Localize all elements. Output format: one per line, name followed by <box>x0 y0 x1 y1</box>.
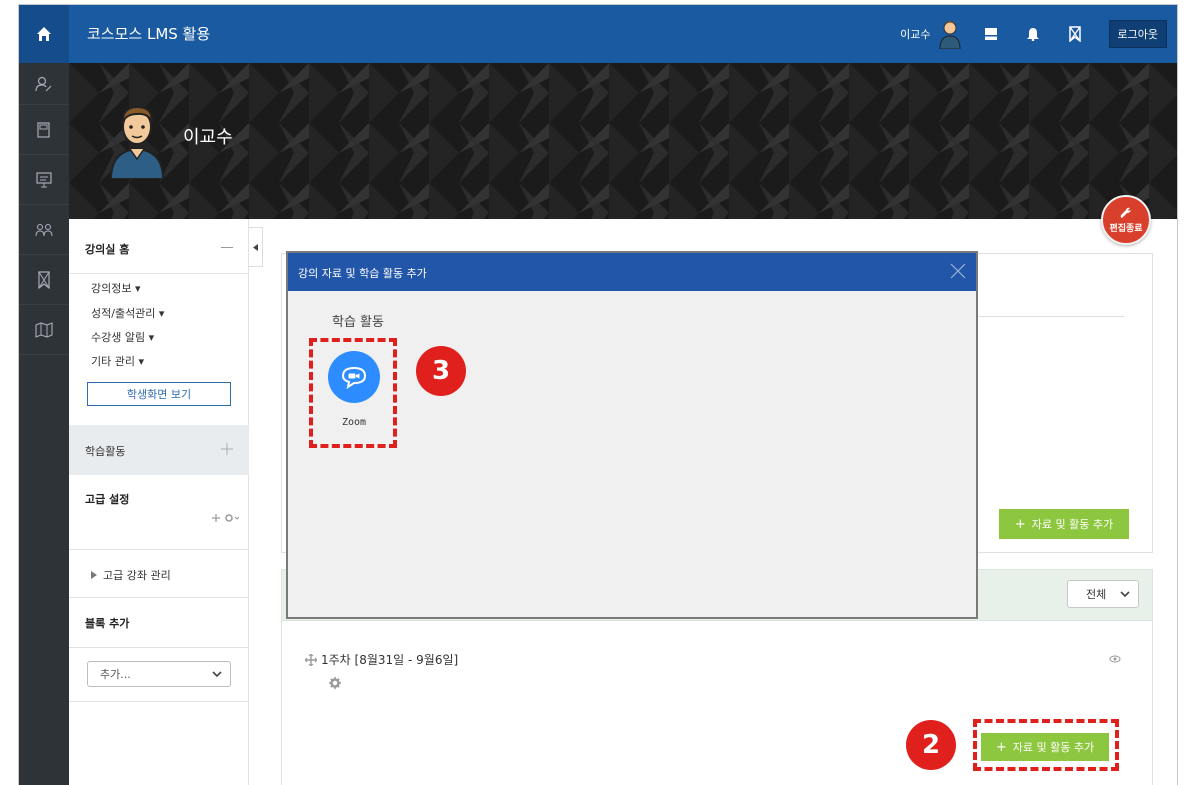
student-view-button[interactable]: 학생화면 보기 <box>87 382 231 406</box>
divider <box>69 549 249 550</box>
divider <box>69 701 249 702</box>
edit-off-button[interactable]: 편집종료 <box>1101 195 1151 245</box>
modal-section-label: 학습 활동 <box>332 315 384 330</box>
chevron-down-icon <box>212 671 222 678</box>
bookmark-outline-icon <box>38 270 50 289</box>
advanced-manage-label: 고급 강좌 관리 <box>103 569 171 582</box>
board-icon <box>36 171 52 187</box>
filter-value: 전체 <box>1086 588 1107 601</box>
close-icon[interactable] <box>948 261 968 281</box>
rail-item-courses[interactable] <box>19 105 69 155</box>
left-rail <box>19 63 69 785</box>
edit-off-label: 편집종료 <box>1109 223 1143 234</box>
rail-item-bookmark[interactable] <box>19 255 69 305</box>
annotation-badge-3: 3 <box>416 346 466 396</box>
menu-other-manage[interactable]: 기타 관리 ▾ <box>91 353 144 369</box>
logout-button[interactable]: 로그아웃 <box>1108 20 1167 48</box>
top-right-menu: 이교수 로그아웃 <box>900 17 1167 51</box>
divider <box>69 647 249 648</box>
left-blocks: 강의실 홈 강의정보 ▾ 성적/출석관리 ▾ 수강생 알림 ▾ 기타 관리 ▾ … <box>69 219 249 785</box>
eye-icon[interactable] <box>1109 655 1121 663</box>
gear-icon[interactable] <box>329 677 341 689</box>
block-add-select[interactable]: 추가... <box>87 661 231 687</box>
user-edit-icon <box>35 76 52 91</box>
divider <box>974 316 1124 317</box>
block-add-value: 추가... <box>100 668 131 681</box>
chevron-down-icon <box>1120 591 1130 598</box>
modal-header: 강의 자료 및 학습 활동 추가 <box>288 253 976 291</box>
annotation-box-add-button <box>973 719 1119 771</box>
home-button[interactable] <box>19 5 69 63</box>
caret-left-icon <box>253 243 258 251</box>
bookmark-icon[interactable] <box>1061 20 1089 48</box>
add-resource-label: 자료 및 활동 추가 <box>1031 518 1114 531</box>
bell-icon[interactable] <box>1019 20 1047 48</box>
move-icon[interactable] <box>305 653 317 666</box>
profile-avatar[interactable] <box>107 101 167 179</box>
profile-banner: 이교수 <box>69 63 1177 219</box>
top-bar: 코스모스 LMS 활용 이교수 로그아웃 <box>19 5 1177 63</box>
rail-item-people[interactable] <box>19 205 69 255</box>
divider <box>69 273 249 274</box>
user-avatar-icon[interactable] <box>937 19 963 49</box>
block-add-title: 블록 추가 <box>85 617 130 630</box>
user-name[interactable]: 이교수 <box>900 26 930 42</box>
group-icon <box>35 223 53 236</box>
advanced-manage-link[interactable]: 고급 강좌 관리 <box>91 567 171 583</box>
caret-right-icon <box>91 571 97 579</box>
collapse-sidebar-tab[interactable] <box>249 227 263 267</box>
rail-item-profile[interactable] <box>19 63 69 105</box>
block-controls-icon[interactable] <box>211 513 239 523</box>
divider <box>69 597 249 598</box>
annotation-badge-2: 2 <box>906 720 956 770</box>
block-course-home-title[interactable]: 강의실 홈 <box>69 241 249 257</box>
rail-item-map[interactable] <box>19 305 69 355</box>
collapse-minus-icon[interactable] <box>221 247 233 248</box>
banner-pattern <box>69 63 1177 219</box>
menu-grades-attendance[interactable]: 성적/출석관리 ▾ <box>91 305 164 321</box>
menu-student-notice[interactable]: 수강생 알림 ▾ <box>91 329 154 345</box>
site-title[interactable]: 코스모스 LMS 활용 <box>87 23 210 44</box>
browser-viewport: 코스모스 LMS 활용 이교수 로그아웃 이교수 강의실 홈 강의정보 ▾ 성적… <box>18 4 1178 785</box>
block-activities-title[interactable]: 학습활동 <box>85 443 125 459</box>
week-1-title[interactable]: 1주차 [8월31일 - 9월6일] <box>305 651 458 668</box>
add-resource-button-top[interactable]: + 자료 및 활동 추가 <box>999 509 1129 539</box>
profile-name: 이교수 <box>183 127 233 148</box>
block-activities: 학습활동 <box>69 425 249 475</box>
wrench-icon <box>1120 207 1131 218</box>
rail-item-presentation[interactable] <box>19 155 69 205</box>
section-filter-select[interactable]: 전체 <box>1067 580 1139 608</box>
modal-title: 강의 자료 및 학습 활동 추가 <box>298 267 427 280</box>
block-advanced-title: 고급 설정 <box>85 493 130 506</box>
plus-icon[interactable] <box>221 443 233 455</box>
menu-course-info[interactable]: 강의정보 ▾ <box>91 280 141 296</box>
annotation-box-zoom <box>309 338 397 448</box>
home-icon <box>37 27 51 41</box>
message-icon[interactable] <box>977 20 1005 48</box>
book-icon <box>37 121 50 138</box>
plus-icon: + <box>1014 516 1026 532</box>
map-icon <box>35 321 53 338</box>
week-title-text: 1주차 [8월31일 - 9월6일] <box>321 653 459 667</box>
screenshot-frame: 코스모스 LMS 활용 이교수 로그아웃 이교수 강의실 홈 강의정보 ▾ 성적… <box>0 0 1196 785</box>
